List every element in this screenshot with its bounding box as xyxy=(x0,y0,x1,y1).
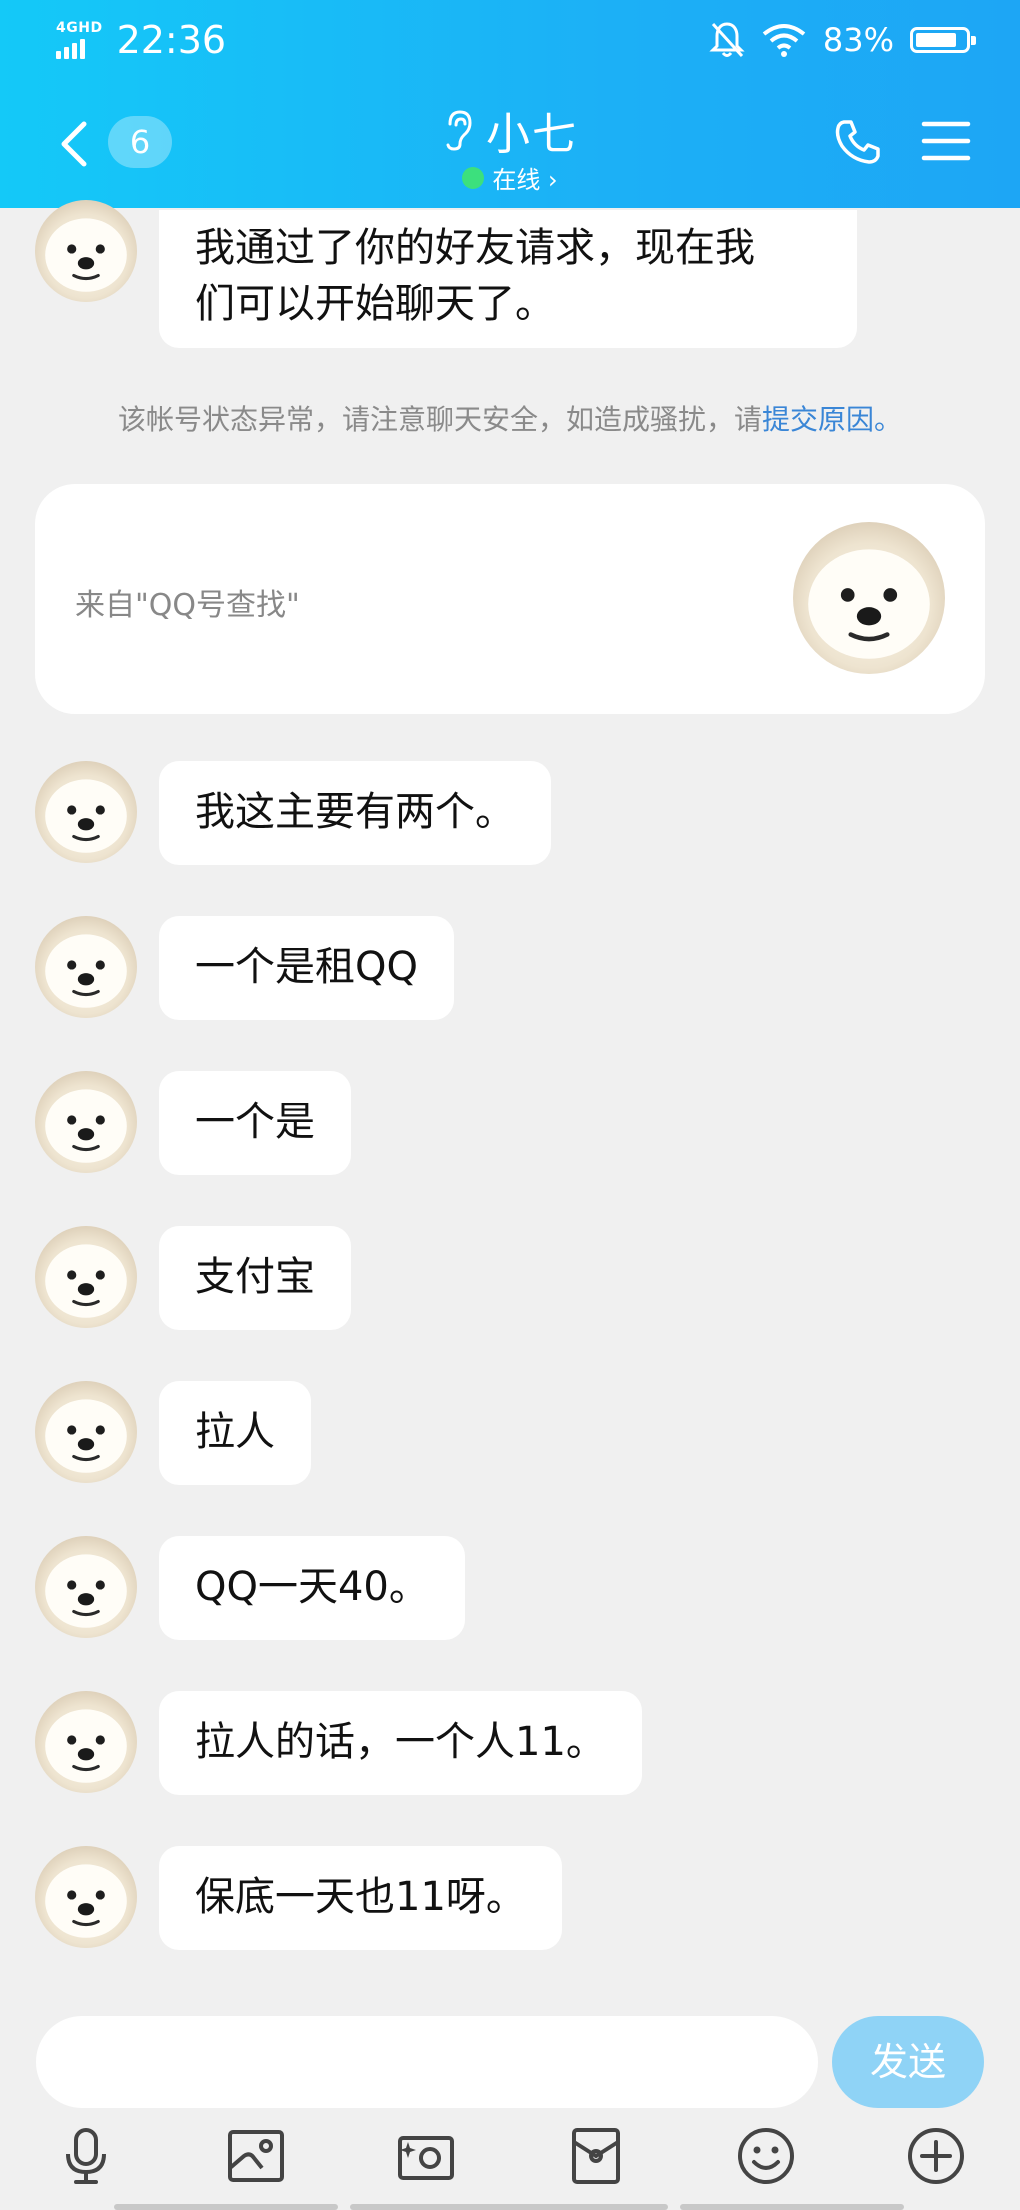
mute-bell-icon xyxy=(709,22,745,58)
message-bubble[interactable]: QQ一天40。 xyxy=(159,1536,465,1640)
send-button[interactable]: 发送 xyxy=(832,2016,984,2108)
contact-name: 小七 xyxy=(486,109,578,160)
online-status-text: 在线 › xyxy=(492,166,558,194)
camera-icon[interactable] xyxy=(394,2124,458,2188)
input-bar: 发送 xyxy=(0,1996,1020,2210)
contact-avatar[interactable] xyxy=(35,1846,137,1948)
message-bubble[interactable]: 一个是 xyxy=(159,1071,351,1175)
message-bubble[interactable]: 拉人 xyxy=(159,1381,311,1485)
account-warning-notice: 该帐号状态异常，请注意聊天安全，如造成骚扰，请提交原因。 xyxy=(0,398,1020,438)
ear-icon xyxy=(446,110,472,151)
message-bubble[interactable]: 支付宝 xyxy=(159,1226,351,1330)
contact-avatar[interactable] xyxy=(35,916,137,1018)
status-bar-right: 83% xyxy=(709,18,976,62)
message-bubble[interactable]: 一个是租QQ xyxy=(159,916,454,1020)
battery-icon xyxy=(910,27,976,53)
network-type: 4GHD xyxy=(56,20,103,36)
plus-icon[interactable] xyxy=(904,2124,968,2188)
contact-avatar[interactable] xyxy=(35,1226,137,1328)
contact-avatar[interactable] xyxy=(35,1691,137,1793)
source-info-card[interactable]: 来自"QQ号查找" xyxy=(35,484,985,714)
online-status-dot xyxy=(462,166,485,189)
warning-text: 该帐号状态异常，请注意聊天安全，如造成骚扰，请 xyxy=(117,403,762,436)
battery-percent: 83% xyxy=(822,21,894,59)
message-bubble[interactable]: 保底一天也11呀。 xyxy=(159,1846,562,1950)
message-bubble[interactable]: 我这主要有两个。 xyxy=(159,761,551,865)
source-text: 来自"QQ号查找" xyxy=(75,588,300,623)
microphone-icon[interactable] xyxy=(54,2124,118,2188)
message-text-line: 们可以开始聊天了。 xyxy=(195,281,555,327)
contact-avatar[interactable] xyxy=(35,200,137,302)
clock: 22:36 xyxy=(116,18,227,62)
menu-icon[interactable] xyxy=(920,118,972,164)
message-bubble[interactable]: 我通过了你的好友请求，现在我 们可以开始聊天了。 xyxy=(159,210,857,348)
submit-reason-link[interactable]: 提交原因 xyxy=(762,403,874,436)
contact-avatar[interactable] xyxy=(35,761,137,863)
signal-icon xyxy=(56,39,85,59)
message-bubble[interactable]: 拉人的话，一个人11。 xyxy=(159,1691,642,1795)
message-text-line: 我通过了你的好友请求，现在我 xyxy=(195,225,755,271)
wifi-icon xyxy=(762,24,806,57)
contact-avatar[interactable] xyxy=(35,1071,137,1173)
gesture-bar xyxy=(0,2204,1020,2210)
network-indicator: 4GHD xyxy=(56,21,103,59)
chat-header: 4GHD 22:36 83% 6 小七 在线 › xyxy=(0,0,1020,208)
contact-avatar[interactable] xyxy=(35,1381,137,1483)
red-packet-icon[interactable] xyxy=(564,2124,628,2188)
message-input[interactable] xyxy=(36,2016,818,2108)
contact-avatar[interactable] xyxy=(35,1536,137,1638)
status-bar-left: 4GHD 22:36 xyxy=(56,18,226,62)
emoji-icon[interactable] xyxy=(734,2124,798,2188)
warning-suffix: 。 xyxy=(874,403,903,436)
contact-avatar-large[interactable] xyxy=(793,522,945,674)
photo-icon[interactable] xyxy=(224,2124,288,2188)
phone-call-icon[interactable] xyxy=(832,116,884,168)
